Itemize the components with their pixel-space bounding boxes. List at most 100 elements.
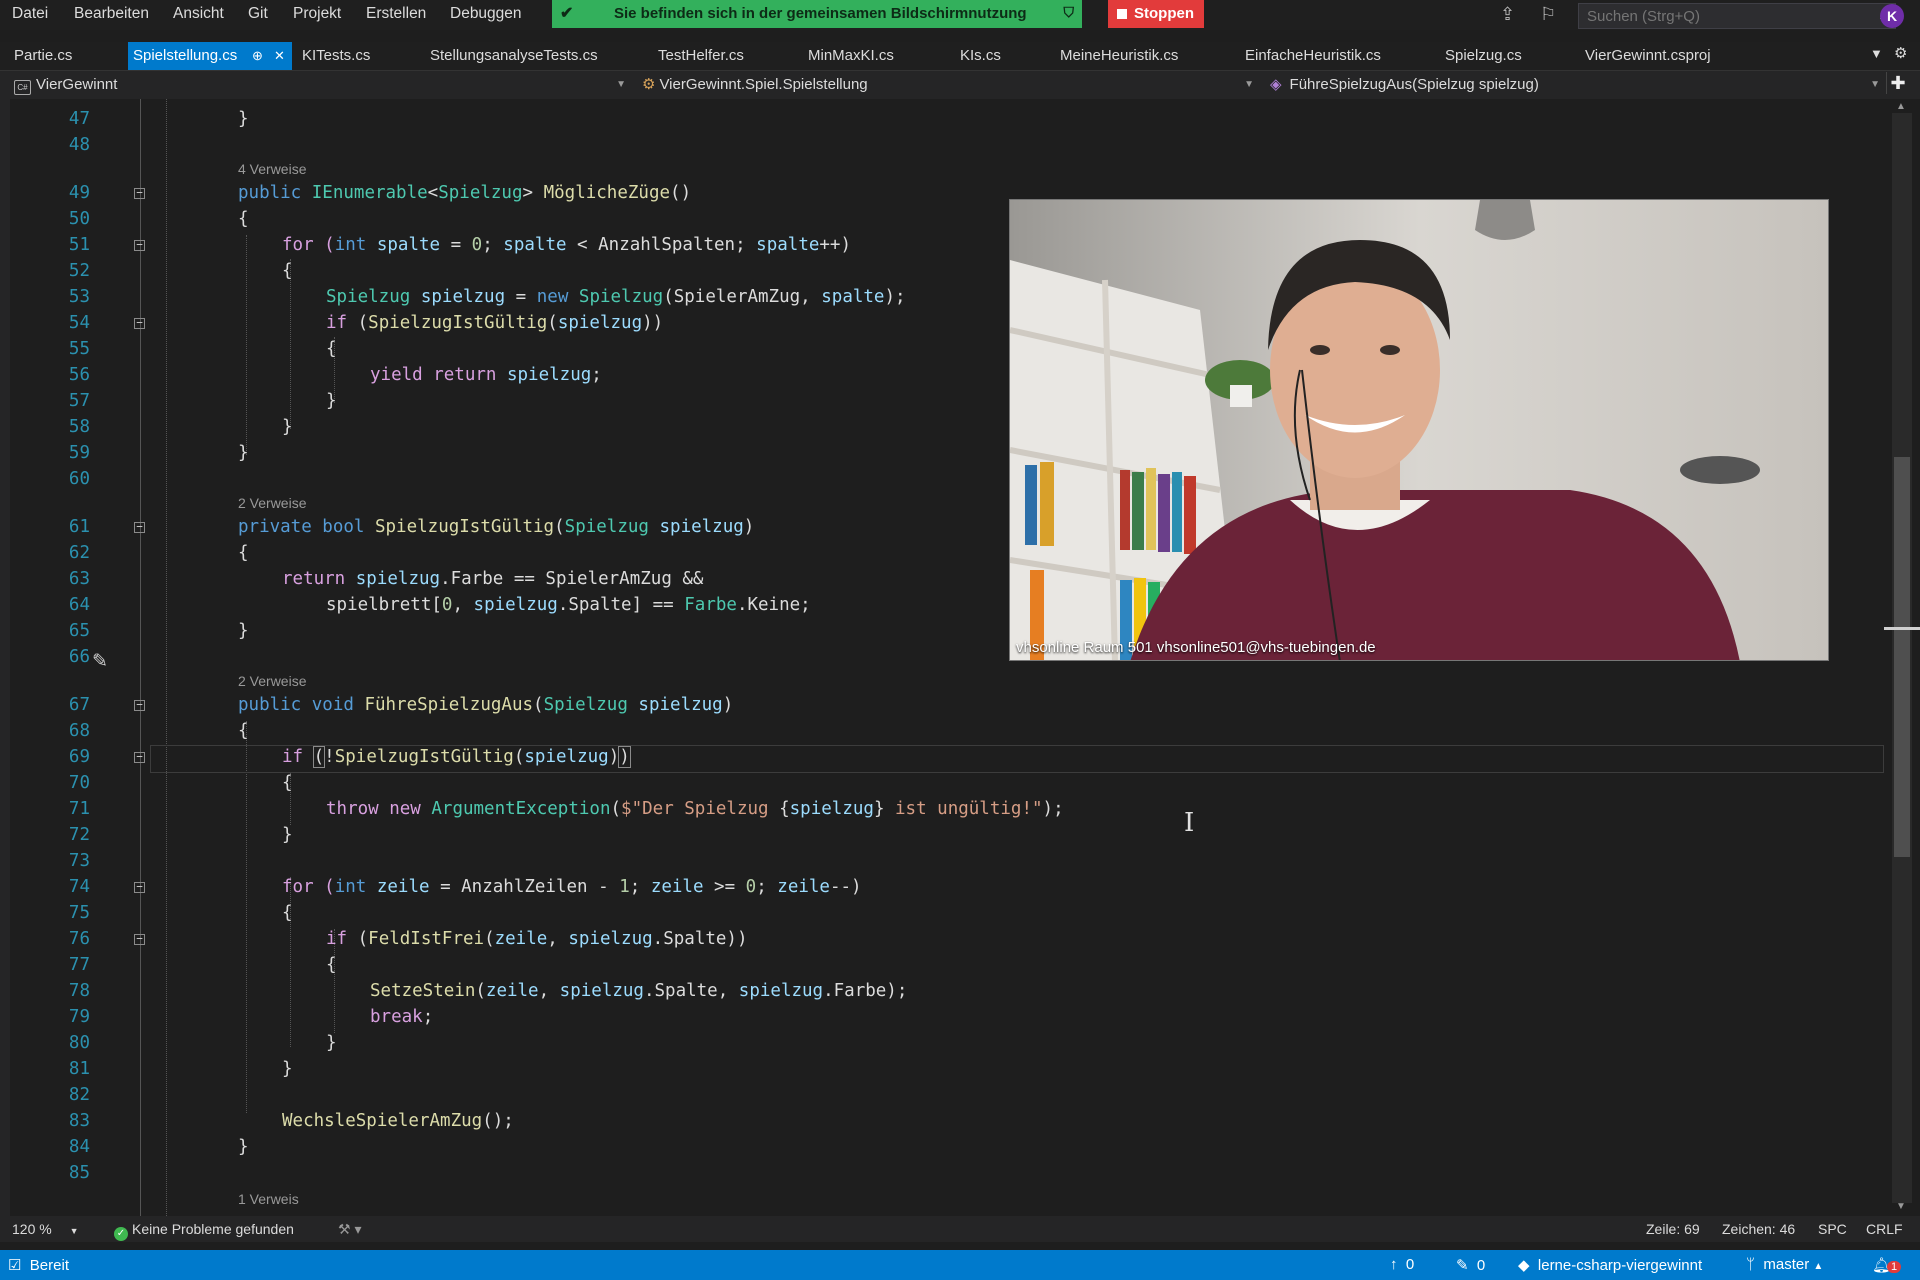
branch-indicator[interactable]: ᛘ master ▲ [1746,1256,1823,1273]
text-cursor-icon: I [1184,808,1195,838]
line-number: 68 [68,721,90,741]
collapse-icon[interactable]: − [134,317,145,329]
indent-guide [290,259,291,429]
scroll-up-icon[interactable]: ▲ [1896,101,1906,112]
avatar[interactable]: K [1880,4,1904,28]
line-number: 55 [68,339,90,359]
close-icon[interactable]: ✕ [274,42,285,70]
stop-sharing-button[interactable]: Stoppen [1108,0,1204,28]
line-number: 65 [68,621,90,641]
menu-git[interactable]: Git [248,5,268,23]
code-line: if (FeldIstFrei(zeile, spielzug.Spalte)) [326,929,748,949]
pencil-icon: ✎ [1456,1257,1469,1274]
line-number: 77 [68,955,90,975]
status-bar: ☑ Bereit ↑ 0 ✎ 0 ◆ lerne-csharp-viergewi… [0,1250,1920,1280]
collapse-icon[interactable]: − [134,187,145,199]
line-number: 53 [68,287,90,307]
scroll-down-icon[interactable]: ▼ [1896,1201,1906,1212]
tab-label: KITests.cs [302,47,371,64]
codelens-references[interactable]: 2 Verweise [238,495,306,511]
menu-projekt[interactable]: Projekt [293,5,341,23]
menu-bar: Datei Bearbeiten Ansicht Git Projekt Ers… [0,0,1920,30]
tab-kis[interactable]: KIs.cs [960,42,1020,70]
line-ending-indicator[interactable]: CRLF [1866,1221,1903,1237]
chevron-down-icon: ▼ [69,1226,79,1236]
collapse-icon[interactable]: − [134,881,145,893]
code-line: for (int spalte = 0; spalte < AnzahlSpal… [282,235,851,255]
tab-einfacheheuristik[interactable]: EinfacheHeuristik.cs [1245,42,1405,70]
code-line: yield return spielzug; [370,365,602,385]
tab-testhelfer[interactable]: TestHelfer.cs [658,42,768,70]
tab-minmaxki[interactable]: MinMaxKI.cs [808,42,918,70]
code-line: if (!SpielzugIstGültig(spielzug)) [282,746,631,768]
issues-indicator[interactable]: ✓ Keine Probleme gefunden [114,1221,294,1241]
collapse-icon[interactable]: − [134,699,145,711]
document-tabs: Partie.cs Spielstellung.cs ⊕ ✕ KITests.c… [0,42,1920,70]
menu-bearbeiten[interactable]: Bearbeiten [74,5,149,23]
scroll-marker [1884,627,1920,630]
line-indicator[interactable]: Zeile: 69 [1646,1221,1700,1237]
project-dropdown[interactable]: C# VierGewinnt ▼ [14,74,628,96]
code-line: SetzeStein(zeile, spielzug.Spalte, spiel… [370,981,908,1001]
line-number: 84 [68,1137,90,1157]
tab-spielzug[interactable]: Spielzug.cs [1445,42,1545,70]
pen-icon[interactable]: ✎ [92,650,108,673]
vertical-scrollbar[interactable]: ▲ ▼ [1884,99,1920,1216]
gear-icon[interactable]: ⚙ [1894,44,1907,62]
pin-icon[interactable]: ⊕ [252,42,263,70]
tab-viergewinnt-csproj[interactable]: VierGewinnt.csproj [1585,42,1735,70]
line-number: 83 [68,1111,90,1131]
menu-erstellen[interactable]: Erstellen [366,5,426,23]
codelens-references[interactable]: 4 Verweise [238,161,306,177]
tab-spielstellung[interactable]: Spielstellung.cs ⊕ ✕ [128,42,292,70]
whitespace-indicator[interactable]: SPC [1818,1221,1847,1237]
tab-partie[interactable]: Partie.cs [14,42,114,70]
tab-kitests[interactable]: KITests.cs [302,42,402,70]
notifications-indicator[interactable]: 🔔︎1 [1872,1256,1902,1274]
scroll-thumb[interactable] [1894,457,1910,857]
menu-datei[interactable]: Datei [12,5,48,23]
line-number: 67 [68,695,90,715]
member-dropdown[interactable]: ◈ FühreSpielzugAus(Spielzug spielzug) ▼ [1270,74,1882,96]
tab-overflow-icon[interactable]: ▼ [1870,46,1883,61]
leaf-icon: ✔ [560,5,574,22]
tab-meineheuristik[interactable]: MeineHeuristik.cs [1060,42,1210,70]
codelens-references[interactable]: 2 Verweise [238,673,306,689]
collapse-icon[interactable]: − [134,933,145,945]
search-box[interactable]: ⌕ [1578,3,1896,29]
webcam-image [1010,200,1828,660]
tab-stellungsanalysetests[interactable]: StellungsanalyseTests.cs [430,42,620,70]
collapse-icon[interactable]: − [134,239,145,251]
share-icon[interactable]: ⇪ [1500,4,1515,25]
line-number: 78 [68,981,90,1001]
menu-ansicht[interactable]: Ansicht [173,5,224,23]
push-indicator[interactable]: ↑ 0 [1390,1256,1414,1273]
type-dropdown[interactable]: ⚙ VierGewinnt.Spiel.Spielstellung ▼ [642,74,1256,96]
code-line: if (SpielzugIstGültig(spielzug)) [326,313,664,333]
project-label: VierGewinnt [36,76,118,93]
code-line: for (int zeile = AnzahlZeilen - 1; zeile… [282,877,862,897]
code-line: { [238,543,249,563]
brush-icon[interactable]: ⚒ ▾ [338,1221,361,1238]
code-line: Spielzug spielzug = new Spielzug(Spieler… [326,287,906,307]
search-input[interactable] [1585,7,1849,26]
codelens-references[interactable]: 1 Verweis [238,1191,299,1207]
code-line: } [282,825,293,845]
column-indicator[interactable]: Zeichen: 46 [1722,1221,1795,1237]
code-line: { [282,903,293,923]
collapse-icon[interactable]: − [134,751,145,763]
collapse-icon[interactable]: − [134,521,145,533]
feedback-icon[interactable]: ⚐ [1540,4,1556,25]
chevron-down-icon: ▼ [1244,79,1254,90]
menu-debuggen[interactable]: Debuggen [450,5,522,23]
tab-label: Spielzug.cs [1445,47,1522,64]
changes-indicator[interactable]: ✎ 0 [1456,1256,1485,1274]
zoom-dropdown[interactable]: 120 % ▼ [12,1221,79,1237]
repo-label: lerne-csharp-viergewinnt [1537,1257,1703,1274]
code-line: { [238,209,249,229]
split-editor-icon[interactable]: ✚ [1886,72,1909,94]
member-label: FühreSpielzugAus(Spielzug spielzug) [1289,76,1539,93]
line-number: 81 [68,1059,90,1079]
video-call-window[interactable]: vhsonline Raum 501 vhsonline501@vhs-tueb… [1009,199,1829,661]
repository-indicator[interactable]: ◆ lerne-csharp-viergewinnt [1518,1256,1702,1274]
